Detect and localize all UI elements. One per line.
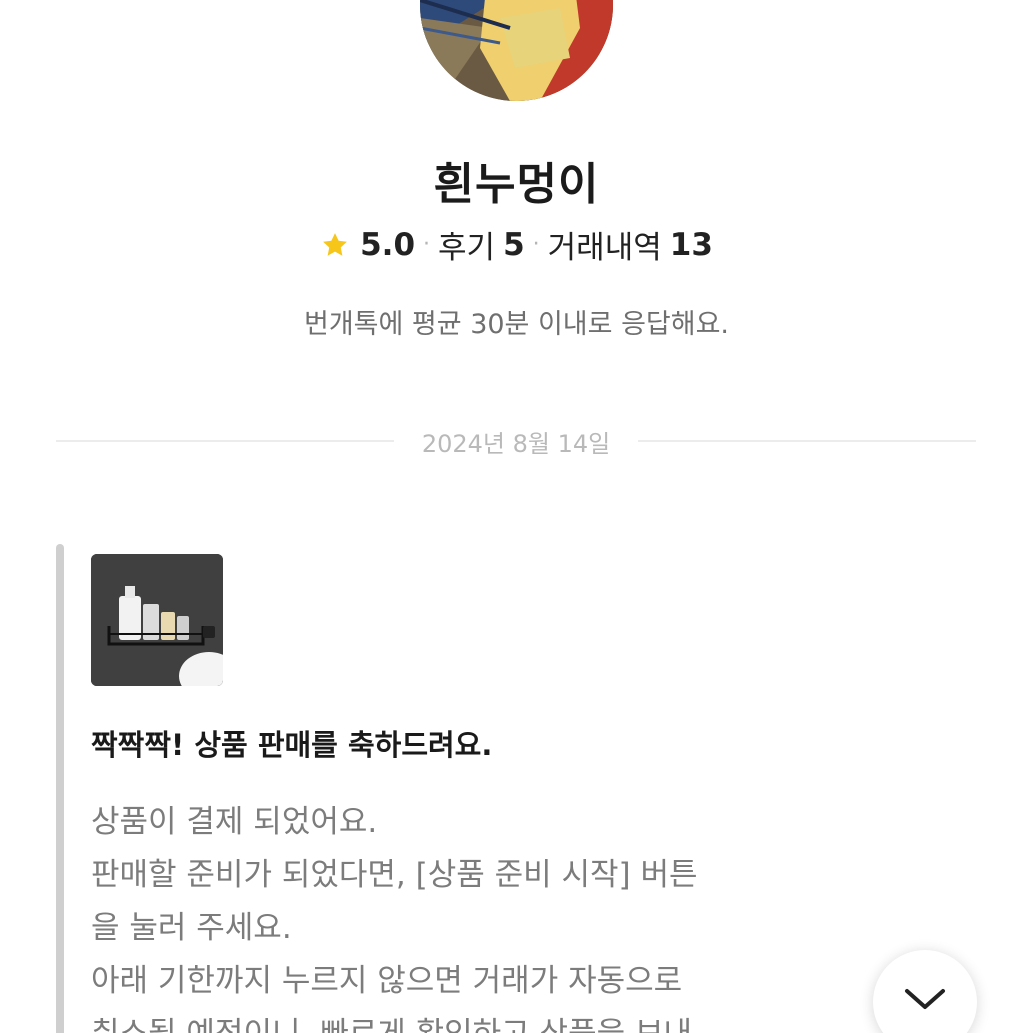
reviews-label[interactable]: 후기 xyxy=(438,222,495,267)
trades-label[interactable]: 거래내역 xyxy=(548,222,662,267)
chat-date: 2024년 8월 14일 xyxy=(421,429,611,458)
trades-count[interactable]: 13 xyxy=(670,227,713,263)
message-body: 상품이 결제 되었어요. 판매할 준비가 되었다면, [상품 준비 시작] 버튼… xyxy=(91,796,811,1033)
message-line: 을 눌러 주세요. xyxy=(91,910,292,946)
seller-avatar[interactable] xyxy=(420,0,613,101)
divider-line xyxy=(56,440,394,442)
reviews-count[interactable]: 5 xyxy=(503,227,525,263)
date-divider: 2024년 8월 14일 xyxy=(56,424,977,458)
chat-screen: 흰누멍이 5.0 · 후기 5 · 거래내역 13 번개톡에 평균 30분 이내… xyxy=(0,0,1033,1033)
message-line: 상품이 결제 되었어요. xyxy=(91,804,378,840)
separator-dot: · xyxy=(423,232,431,257)
response-time-note: 번개톡에 평균 30분 이내로 응답해요. xyxy=(303,309,730,340)
star-icon xyxy=(323,232,347,256)
system-message: 짝짝짝! 상품 판매를 축하드려요. 상품이 결제 되었어요. 판매할 준비가 … xyxy=(56,544,956,1033)
seller-name: 흰누멍이 xyxy=(433,159,600,210)
separator-dot: · xyxy=(532,232,540,257)
message-line: 아래 기한까지 누르지 않으면 거래가 자동으로 xyxy=(91,963,683,999)
rating-value: 5.0 xyxy=(360,226,416,263)
seller-stats: 5.0 · 후기 5 · 거래내역 13 xyxy=(0,222,1033,267)
product-thumbnail[interactable] xyxy=(91,554,223,686)
chevron-down-icon xyxy=(905,989,945,1009)
message-title: 짝짝짝! 상품 판매를 축하드려요. xyxy=(91,728,493,762)
message-line: 판매할 준비가 되었다면, [상품 준비 시작] 버튼 xyxy=(91,857,698,893)
message-accent-bar xyxy=(56,544,64,1033)
message-line: 취소될 예정이니, 빠르게 확인하고 상품을 보내 xyxy=(91,1008,811,1033)
divider-line xyxy=(638,440,977,442)
